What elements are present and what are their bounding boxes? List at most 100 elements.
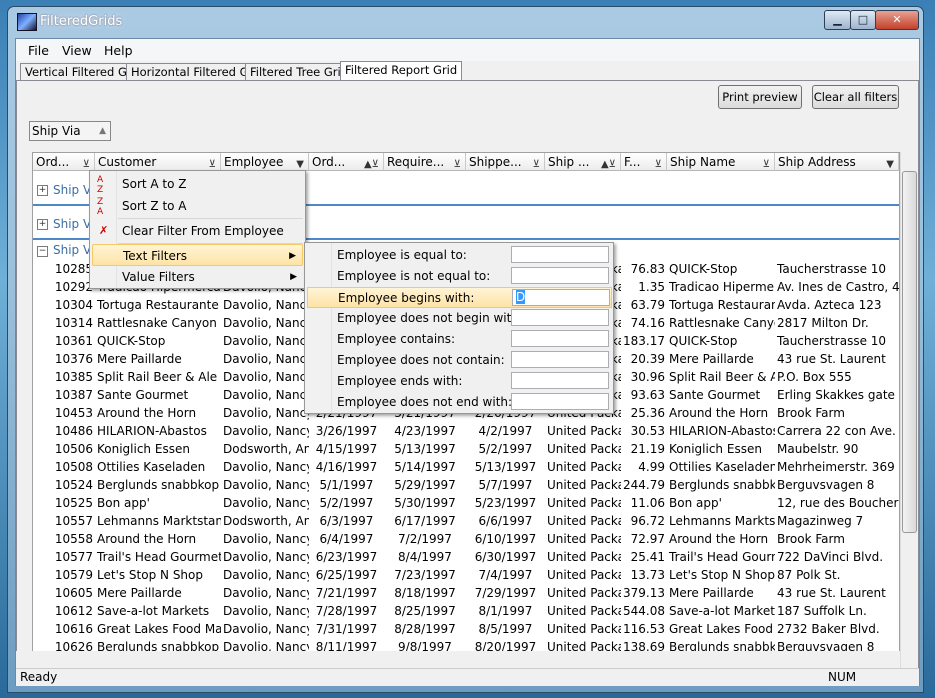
text-filter-item[interactable]: Employee is not equal to: xyxy=(307,266,612,287)
text-filter-input[interactable] xyxy=(511,267,609,284)
cell-customer: Lehmanns Marktstand xyxy=(97,514,221,528)
text-filter-input[interactable] xyxy=(511,246,609,263)
horizontal-scrollbar[interactable] xyxy=(16,651,900,668)
cell-ship-name: Split Rail Beer & Ale xyxy=(669,370,775,384)
col-header-employee[interactable]: Employee ▼ xyxy=(221,153,309,171)
table-row[interactable]: 10524 Berglunds snabbkop Davolio, Nancy 5/1… xyxy=(33,476,899,494)
cell-ship-name: QUICK-Stop xyxy=(669,262,738,276)
window-title: FilteredGrids xyxy=(40,14,123,29)
group-by-chip[interactable]: Ship Via ▲ xyxy=(29,121,111,141)
cell-shipped-date: 7/29/1997 xyxy=(474,586,537,600)
col-header-order-id[interactable]: Ord... ⊻ xyxy=(33,153,95,171)
col-header-ship-name[interactable]: Ship Name ⊻ xyxy=(667,153,775,171)
menu-file[interactable]: File xyxy=(28,43,49,58)
scrollbar-thumb[interactable] xyxy=(902,171,917,533)
text-filter-input[interactable] xyxy=(511,330,609,347)
cell-ship-name: Great Lakes Food M xyxy=(669,622,775,636)
table-row[interactable]: 10579 Let's Stop N Shop Davolio, Nancy 6/25… xyxy=(33,566,899,584)
col-header-ship-via[interactable]: Ship ... ▲⊻ xyxy=(545,153,621,171)
cell-customer: Berglunds snabbkop xyxy=(97,478,220,492)
filter-icon[interactable]: ⊻ xyxy=(655,156,662,170)
table-row[interactable]: 10616 Great Lakes Food MarketDavolio, Nan… xyxy=(33,620,899,638)
cell-freight: 21.19 xyxy=(630,442,665,456)
sort-asc-icon: ▲ xyxy=(99,126,106,136)
col-label: Customer xyxy=(98,155,157,169)
menu-help[interactable]: Help xyxy=(104,43,133,58)
menu-text-filters[interactable]: Text Filters ▶ xyxy=(92,244,303,266)
cell-customer: Split Rail Beer & Ale xyxy=(97,370,218,384)
text-filter-input[interactable] xyxy=(511,372,609,389)
filter-icon[interactable]: ▲⊻ xyxy=(601,156,616,170)
cell-freight: 13.73 xyxy=(630,568,665,582)
text-filter-input[interactable] xyxy=(511,351,609,368)
collapse-icon[interactable]: − xyxy=(37,246,48,257)
filter-icon[interactable]: ⊻ xyxy=(454,156,461,170)
table-row[interactable]: 10558 Around the Horn Davolio, Nancy 6/4/19… xyxy=(33,530,899,548)
cell-ship-via: United Packa xyxy=(547,460,621,474)
text-filter-item[interactable]: Employee contains: xyxy=(307,329,612,350)
col-header-required-date[interactable]: Require... ⊻ xyxy=(384,153,466,171)
text-filters-submenu: Employee is equal to: Employee is not equ… xyxy=(304,242,614,414)
filter-icon[interactable]: ⊻ xyxy=(533,156,540,170)
close-button[interactable]: ✕ xyxy=(875,10,919,30)
menu-sort-z-to-a[interactable]: ZA Sort Z to A xyxy=(92,195,303,217)
cell-ship-name: Tortuga Restaurante xyxy=(669,298,775,312)
table-row[interactable]: 10486 HILARION-Abastos Davolio, Nancy 3/26/… xyxy=(33,422,899,440)
tab-filtered-tree-grid[interactable]: Filtered Tree Grid xyxy=(245,63,354,80)
col-header-shipped-date[interactable]: Shippe... ⊻ xyxy=(466,153,545,171)
tab-filtered-report-grid[interactable]: Filtered Report Grid xyxy=(340,61,463,81)
cell-shipped-date: 5/7/1997 xyxy=(478,478,533,492)
col-header-ship-address[interactable]: Ship Address ▼ xyxy=(775,153,899,171)
table-row[interactable]: 10612 Save-a-lot Markets Davolio, Nancy 7/2… xyxy=(33,602,899,620)
submenu-arrow-icon: ▶ xyxy=(289,251,296,261)
table-row[interactable]: 10525 Bon app' Davolio, Nancy 5/2/1997 5/30/… xyxy=(33,494,899,512)
cell-order-date: 7/31/1997 xyxy=(315,622,378,636)
menu-clear-filter[interactable]: ✗ Clear Filter From Employee xyxy=(92,220,303,242)
menu-value-filters[interactable]: Value Filters ▶ xyxy=(92,266,303,288)
text-filter-item[interactable]: Employee does not contain: xyxy=(307,350,612,371)
cell-required-date: 5/29/1997 xyxy=(394,478,456,492)
cell-order-id: 10387 xyxy=(54,388,93,402)
filter-icon[interactable]: ⊻ xyxy=(83,156,90,170)
maximize-button[interactable]: □ xyxy=(850,10,876,30)
text-filter-input[interactable]: D xyxy=(512,289,610,306)
col-header-freight[interactable]: F... ⊻ xyxy=(621,153,667,171)
text-filter-input[interactable] xyxy=(511,309,609,326)
cell-ship-name: Trail's Head Gourmet xyxy=(669,550,775,564)
cell-ship-via: United Packa xyxy=(547,532,621,546)
table-row[interactable]: 10506 Koniglich Essen Dodsworth, Anne 4/15/… xyxy=(33,440,899,458)
table-row[interactable]: 10605 Mere Paillarde Davolio, Nancy 7/21/19… xyxy=(33,584,899,602)
text-filter-item[interactable]: Employee is equal to: xyxy=(307,245,612,266)
menu-sort-a-to-z[interactable]: AZ Sort A to Z xyxy=(92,173,303,195)
cell-customer: Mere Paillarde xyxy=(97,352,182,366)
expand-icon[interactable]: + xyxy=(37,185,48,196)
filter-icon[interactable]: ▼ xyxy=(296,156,304,170)
clear-all-filters-button[interactable]: Clear all filters xyxy=(812,85,899,109)
filter-icon[interactable]: ▼ xyxy=(886,156,894,170)
text-filter-item[interactable]: Employee does not begin with: xyxy=(307,308,612,329)
filter-icon[interactable]: ⊻ xyxy=(763,156,770,170)
minimize-button[interactable]: ▁ xyxy=(824,10,851,30)
cell-order-date: 4/16/1997 xyxy=(315,460,378,474)
col-header-customer[interactable]: Customer ⊻ xyxy=(95,153,221,171)
table-row[interactable]: 10508 Ottilies Kaseladen Davolio, Nancy 4/1… xyxy=(33,458,899,476)
cell-employee: Davolio, Nancy xyxy=(223,496,309,510)
cell-ship-address: Erling Skakkes gate 78 xyxy=(777,388,899,402)
text-filter-item[interactable]: Employee does not end with: xyxy=(307,392,612,413)
filter-icon[interactable]: ▲⊻ xyxy=(364,156,379,170)
cell-employee: Davolio, Nancy xyxy=(223,604,309,618)
menu-view[interactable]: View xyxy=(62,43,92,58)
cell-ship-name: Let's Stop N Shop xyxy=(669,568,775,582)
text-filter-item[interactable]: Employee ends with: xyxy=(307,371,612,392)
expand-icon[interactable]: + xyxy=(37,219,48,230)
table-row[interactable]: 10577 Trail's Head Gourmet ProvisionersDa… xyxy=(33,548,899,566)
col-label: Require... xyxy=(387,155,445,169)
text-filter-item[interactable]: Employee begins with: D xyxy=(307,287,612,308)
filter-icon[interactable]: ⊻ xyxy=(209,156,216,170)
col-header-order-date[interactable]: Ord... ▲⊻ xyxy=(309,153,384,171)
menu-label: Value Filters xyxy=(122,270,195,284)
print-preview-button[interactable]: Print preview xyxy=(718,85,802,109)
table-row[interactable]: 10557Lehmanns MarktstandDodsworth, Anne6… xyxy=(33,512,899,530)
text-filter-input[interactable] xyxy=(511,393,609,410)
cell-order-date: 7/21/1997 xyxy=(315,586,378,600)
